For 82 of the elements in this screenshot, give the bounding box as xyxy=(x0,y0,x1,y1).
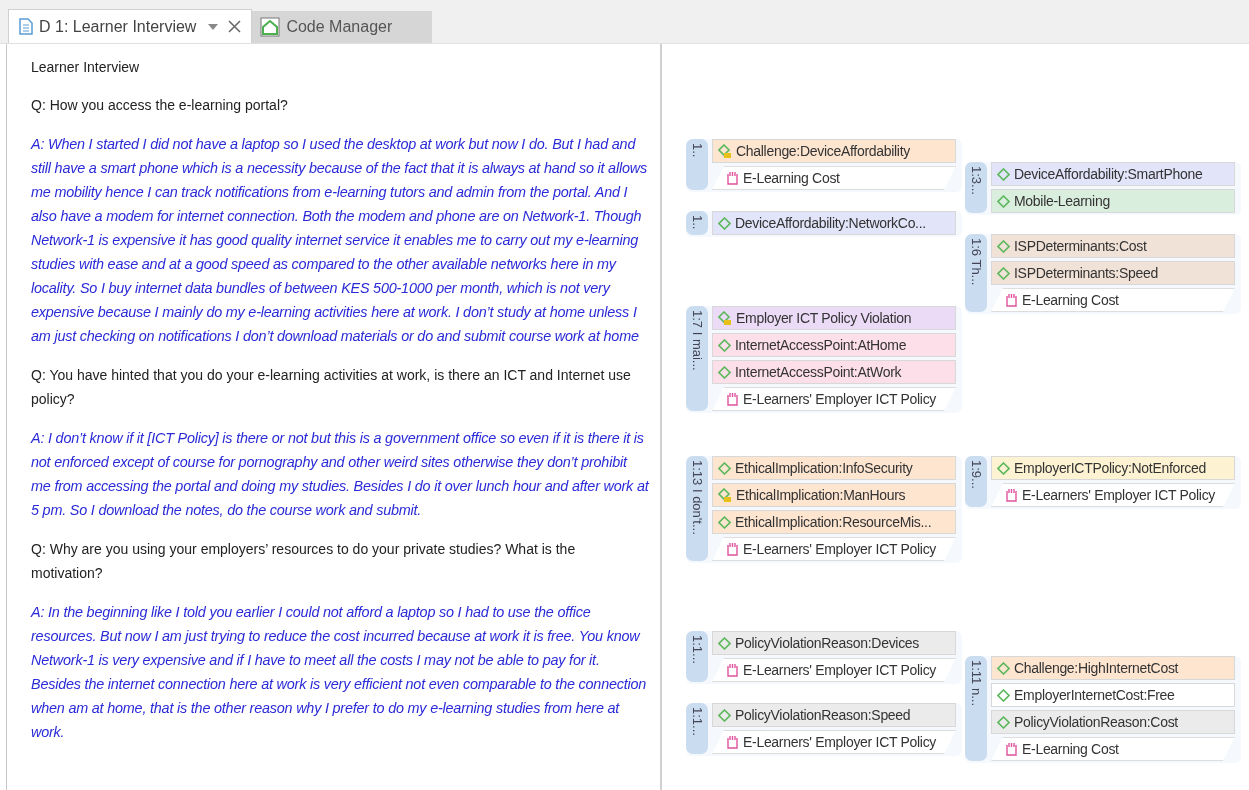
code-icon xyxy=(718,365,731,379)
code-tag[interactable]: ISPDeterminants:Speed xyxy=(991,261,1235,285)
code-tag[interactable]: PolicyViolationReason:Cost xyxy=(991,710,1235,734)
code-icon xyxy=(997,688,1010,702)
group-icon xyxy=(727,171,738,185)
question-text: Q: Why are you using your employers’ resources to do your private studies? What is the motivation? xyxy=(31,540,577,583)
code-group-tag[interactable]: E-Learning Cost xyxy=(991,288,1235,312)
group-icon xyxy=(727,735,738,749)
quotation-card[interactable]: 1:9... EmployerICTPolicy:NotEnforced E-Learners' Employer ICT Policy xyxy=(965,456,1241,509)
quotation-label[interactable]: 1:13 I don't... xyxy=(686,456,708,561)
code-group-tag[interactable]: E-Learning Cost xyxy=(712,166,956,190)
answer-text: A: When I started I did not have a laptop so I used the desktop at work but now I do. But I had and still have a smart phone which is a necessity because of the fact that it is always at hand so it allows me mobility hence I can track notifications from e-learning tutors and admin from the portal. And I also have a modem for internet connection. Both the modem and phone are on Network-1. Though Network-1 is expensive it has good quality internet service it enables me to carry out my e-learning studies with ease and at a good speed as compared to the other available networks here in my locality. So I buy internet data bundles of between KES 500-1000 per month, which is not very expensive because I mainly do my e-learning activities here at work. I don’t study at home unless I am just checking on notifications I don’t download materials or do and submit course work at home xyxy=(31,135,648,346)
code-group-tag[interactable]: E-Learners' Employer ICT Policy xyxy=(991,483,1235,507)
quotation-card[interactable]: 1:6 Th... ISPDeterminants:Cost ISPDeterminants:Speed E-Learning Cost xyxy=(965,234,1241,314)
code-group-tag[interactable]: E-Learning Cost xyxy=(991,737,1235,761)
quotation-label[interactable]: 1.. xyxy=(686,211,708,235)
code-icon xyxy=(997,194,1010,208)
code-icon xyxy=(997,239,1010,253)
group-icon xyxy=(727,663,738,677)
code-icon xyxy=(718,515,731,529)
quotation-card[interactable]: 1:7 I mai... Employer ICT Policy Violation InternetAccessPoint:AtHome InternetAccessPoint:AtWork E-Learners' Employer ICT Policy xyxy=(686,306,962,413)
quotation-label[interactable]: 1:7 I mai... xyxy=(686,306,708,411)
document-title: Learner Interview xyxy=(31,58,141,77)
code-tag[interactable]: EthicalImplication:ResourceMis... xyxy=(712,510,956,534)
quotation-card[interactable]: 1:1... PolicyViolationReason:Devices E-Learners' Employer ICT Policy xyxy=(686,631,962,684)
tab[interactable]: Code Manager xyxy=(252,11,433,43)
quotation-card[interactable]: 1:1... PolicyViolationReason:Speed E-Learners' Employer ICT Policy xyxy=(686,703,962,756)
code-icon xyxy=(997,167,1010,181)
group-icon xyxy=(1006,293,1017,307)
code-tag[interactable]: DeviceAffordability:NetworkCo... xyxy=(712,211,956,235)
code-tag[interactable]: PolicyViolationReason:Devices xyxy=(712,631,956,655)
code-tag[interactable]: Challenge:HighInternetCost xyxy=(991,656,1235,680)
code-tag[interactable]: EmployerICTPolicy:NotEnforced xyxy=(991,456,1235,480)
code-tag[interactable]: DeviceAffordability:SmartPhone xyxy=(991,162,1235,186)
quotation-label[interactable]: 1.. xyxy=(686,139,708,190)
quotation-label[interactable]: 1:1... xyxy=(686,703,708,754)
close-icon[interactable] xyxy=(228,20,242,33)
code-tag[interactable]: ISPDeterminants:Cost xyxy=(991,234,1235,258)
code-icon xyxy=(718,338,731,352)
question-text: Q: You have hinted that you do your e-learning activities at work, is there an ICT and Internet use policy? xyxy=(31,366,632,409)
group-icon xyxy=(1006,488,1017,502)
code-icon xyxy=(718,708,731,722)
quotation-label[interactable]: 1:11 n... xyxy=(965,656,987,761)
quotation-label[interactable]: 1:3... xyxy=(965,162,987,213)
code-icon xyxy=(718,216,731,230)
code-tag[interactable]: Employer ICT Policy Violation xyxy=(712,306,956,330)
code-group-tag[interactable]: E-Learners' Employer ICT Policy xyxy=(712,537,956,561)
house-icon xyxy=(260,17,281,37)
code-group-tag[interactable]: E-Learners' Employer ICT Policy xyxy=(712,387,956,411)
quotation-label[interactable]: 1:6 Th... xyxy=(965,234,987,312)
answer-text: A: In the beginning like I told you earlier I could not afford a laptop so I had to use the office resources. But now I am just trying to reduce the cost incurred because at work it is free. You know Network-1 is very expensive and if I have to meet all the costs I may not be able to pay for it. Besides the internet connection here at work is very efficient not even comparable to the connection when am at home, that is the other reason why I prefer to do my e-learning studies from here at work. xyxy=(31,603,648,742)
code-icon xyxy=(997,715,1010,729)
group-icon xyxy=(1006,742,1017,756)
code-tag[interactable]: EthicalImplication:ManHours xyxy=(712,483,956,507)
tab[interactable]: D 1: Learner Interview xyxy=(8,9,253,43)
code-icon xyxy=(718,461,731,475)
code-group-tag[interactable]: E-Learners' Employer ICT Policy xyxy=(712,658,956,682)
code-tag[interactable]: InternetAccessPoint:AtHome xyxy=(712,333,956,357)
quotation-label[interactable]: 1:1... xyxy=(686,631,708,682)
code-tag[interactable]: EthicalImplication:InfoSecurity xyxy=(712,456,956,480)
dropdown-icon[interactable] xyxy=(208,23,219,30)
code-group-tag[interactable]: E-Learners' Employer ICT Policy xyxy=(712,730,956,754)
code-tag[interactable]: PolicyViolationReason:Speed xyxy=(712,703,956,727)
quotation-card[interactable]: 1.. DeviceAffordability:NetworkCo... xyxy=(686,211,962,237)
group-icon xyxy=(727,392,738,406)
answer-text: A: I don’t know if it [ICT Policy] is there or not but this is a government office so even if it is there it is not enforced except of course for pornography and other weird sites otherwise they don’t prohibit me from accessing the portal and doing my studies. Besides I do it over lunch hour and after work at 5 pm. So I download the notes, do the course work and submit. xyxy=(31,429,650,520)
quotation-card[interactable]: 1.. Challenge:DeviceAffordability E-Learning Cost xyxy=(686,139,962,192)
code-icon xyxy=(997,266,1010,280)
question-text: Q: How you access the e-learning portal? xyxy=(31,96,289,115)
code-tag[interactable]: InternetAccessPoint:AtWork xyxy=(712,360,956,384)
quotation-card[interactable]: 1:13 I don't... EthicalImplication:InfoSecurity EthicalImplication:ManHours EthicalImplication:ResourceMis... E-Learners' Employer ICT Policy xyxy=(686,456,962,563)
code-icon xyxy=(718,636,731,650)
quotation-label[interactable]: 1:9... xyxy=(965,456,987,507)
code-icon xyxy=(997,661,1010,675)
code-tag[interactable]: EmployerInternetCost:Free xyxy=(991,683,1235,707)
group-icon xyxy=(727,542,738,556)
code-tag[interactable]: Mobile-Learning xyxy=(991,189,1235,213)
code-tag[interactable]: Challenge:DeviceAffordability xyxy=(712,139,956,163)
quotation-card[interactable]: 1:3... DeviceAffordability:SmartPhone Mobile-Learning xyxy=(965,162,1241,215)
code-icon xyxy=(997,461,1010,475)
quotation-card[interactable]: 1:11 n... Challenge:HighInternetCost EmployerInternetCost:Free PolicyViolationReason:Cost E-Learning Cost xyxy=(965,656,1241,763)
document-icon xyxy=(19,18,33,35)
